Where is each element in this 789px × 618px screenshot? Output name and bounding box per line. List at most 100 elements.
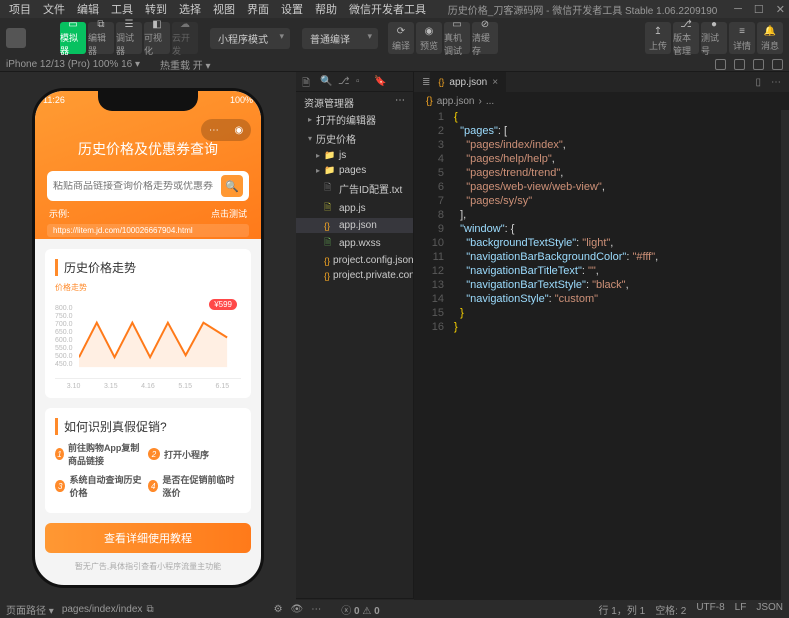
- cursor-position[interactable]: 行 1，列 1: [599, 602, 646, 617]
- capsule-menu-icon[interactable]: ⋯: [209, 125, 219, 136]
- simulator-panel: 11:26 100% ⋯◉ 历史价格及优惠券查询 🔍 示例: 点击测试 http…: [0, 72, 296, 606]
- menu-view[interactable]: 视图: [208, 0, 240, 18]
- eye-icon[interactable]: ⚙: [274, 604, 283, 615]
- tree-file-appjs[interactable]: 🗎app.js: [296, 198, 413, 218]
- page-path[interactable]: pages/index/index: [62, 604, 143, 615]
- chart-label: 价格走势: [55, 282, 241, 293]
- trend-title: 历史价格走势: [55, 259, 241, 276]
- app-title: 历史价格及优惠券查询: [35, 139, 261, 159]
- code-editor: ≣ {}app.json× ▯ ⋯ {}app.json›... 12345678…: [414, 72, 789, 606]
- tree-file-appwxss[interactable]: 🗎app.wxss: [296, 233, 413, 253]
- bottom-statusbar: 页面路径 ▾ pages/index/index ⧉ ⚙ 👁 ⋯ ⓧ 0 ⚠ 0…: [0, 600, 789, 618]
- code-area[interactable]: 12345678910111213141516 { "pages": [ "pa…: [414, 110, 789, 334]
- menu-select[interactable]: 选择: [174, 0, 206, 18]
- tips-title: 如何识别真假促销?: [55, 418, 241, 435]
- minimap-scrollbar[interactable]: [781, 110, 789, 606]
- phone-time: 11:26: [43, 95, 65, 105]
- search-box[interactable]: 🔍: [47, 171, 249, 201]
- menu-project[interactable]: 项目: [4, 0, 36, 18]
- tree-file-projconfig[interactable]: {}project.config.json: [296, 253, 413, 268]
- explorer-bookmark-icon[interactable]: 🔖: [374, 76, 386, 88]
- compile-dropdown[interactable]: 普通编译: [302, 28, 378, 49]
- tree-folder-pages[interactable]: ▸📁pages: [296, 163, 413, 178]
- menu-tools[interactable]: 工具: [106, 0, 138, 18]
- breadcrumb[interactable]: {}app.json›...: [414, 92, 789, 110]
- example-label: 示例:: [49, 207, 70, 220]
- window-controls: ─ ☐ ✕: [734, 3, 785, 16]
- maximize-icon[interactable]: ☐: [754, 3, 764, 16]
- upload-button[interactable]: ↥上传: [645, 22, 671, 54]
- menu-devtools[interactable]: 微信开发者工具: [344, 0, 431, 18]
- tab-close-icon[interactable]: ×: [492, 77, 498, 88]
- editor-button[interactable]: ⧉编辑器: [88, 22, 114, 54]
- tree-open-editors[interactable]: ▸打开的编辑器: [296, 110, 413, 129]
- clearcache-button[interactable]: ⊘清缓存: [472, 22, 498, 54]
- simulator-button[interactable]: ▭模拟器: [60, 22, 86, 54]
- price-chart: ¥599 800.0750.0700.0650.0600.0550.0500.0…: [55, 293, 241, 379]
- tree-file-ad[interactable]: 🗎广告ID配置.txt: [296, 178, 413, 198]
- tree-folder-js[interactable]: ▸📁js: [296, 148, 413, 163]
- example-test-button[interactable]: 点击测试: [211, 207, 247, 220]
- menu-settings[interactable]: 设置: [276, 0, 308, 18]
- menu-file[interactable]: 文件: [38, 0, 70, 18]
- record-icon[interactable]: [734, 59, 745, 70]
- rotate-icon[interactable]: [772, 59, 783, 70]
- capsule-close-icon[interactable]: ◉: [234, 125, 243, 136]
- indent-setting[interactable]: 空格: 2: [655, 602, 686, 617]
- eol[interactable]: LF: [735, 602, 747, 617]
- example-url: https://litem.jd.com/100026667904.html: [47, 224, 249, 237]
- device-selector[interactable]: iPhone 12/13 (Pro) 100% 16 ▾: [6, 59, 140, 70]
- message-button[interactable]: 🔔消息: [757, 22, 783, 54]
- cut-icon[interactable]: [753, 59, 764, 70]
- details-button[interactable]: ≡详情: [729, 22, 755, 54]
- testnum-button[interactable]: ●测试号: [701, 22, 727, 54]
- menu-ui[interactable]: 界面: [242, 0, 274, 18]
- split-editor-icon[interactable]: ▯: [755, 77, 761, 88]
- menu-goto[interactable]: 转到: [140, 0, 172, 18]
- editor-more-icon[interactable]: ⋯: [771, 77, 781, 88]
- minimize-icon[interactable]: ─: [734, 3, 742, 16]
- explorer-search-icon[interactable]: 🔍: [320, 76, 332, 88]
- tab-split-icon[interactable]: ≣: [422, 77, 430, 88]
- page-path-label[interactable]: 页面路径 ▾: [6, 602, 54, 617]
- explorer-more-icon[interactable]: ⋯: [395, 95, 405, 107]
- menu-edit[interactable]: 编辑: [72, 0, 104, 18]
- preview-button[interactable]: ◉预览: [416, 22, 442, 54]
- explorer-title: 资源管理器: [304, 95, 354, 107]
- capsule-button[interactable]: ⋯◉: [201, 119, 251, 141]
- copy-path-icon[interactable]: ⧉: [146, 604, 153, 615]
- visibility-icon[interactable]: 👁: [291, 604, 304, 615]
- tree-file-projprivate[interactable]: {}project.private.config.js...: [296, 268, 413, 283]
- phone-frame: 11:26 100% ⋯◉ 历史价格及优惠券查询 🔍 示例: 点击测试 http…: [32, 88, 264, 588]
- compile-button[interactable]: ⟳编译: [388, 22, 414, 54]
- debugger-button[interactable]: ☰调试器: [116, 22, 142, 54]
- titlebar: 项目 文件 编辑 工具 转到 选择 视图 界面 设置 帮助 微信开发者工具 历史…: [0, 0, 789, 18]
- version-button[interactable]: ⎇版本管理: [673, 22, 699, 54]
- realdevice-button[interactable]: ▭真机调试: [444, 22, 470, 54]
- hotreload-toggle[interactable]: 热重载 开 ▾: [160, 57, 211, 72]
- encoding[interactable]: UTF-8: [696, 602, 724, 617]
- toolbar: ▭模拟器 ⧉编辑器 ☰调试器 ◧可视化 ☁云开发 小程序模式 普通编译 ⟳编译 …: [0, 18, 789, 58]
- tree-project-root[interactable]: ▾历史价格: [296, 129, 413, 148]
- device-statusbar: iPhone 12/13 (Pro) 100% 16 ▾ 热重载 开 ▾: [0, 58, 789, 72]
- home-icon[interactable]: [715, 59, 726, 70]
- language-mode[interactable]: JSON: [756, 602, 783, 617]
- explorer-files-icon[interactable]: 🗎: [302, 76, 314, 88]
- mode-dropdown[interactable]: 小程序模式: [210, 28, 290, 49]
- search-icon[interactable]: 🔍: [221, 175, 243, 197]
- tutorial-button[interactable]: 查看详细使用教程: [45, 523, 251, 553]
- editor-tab-appjson[interactable]: {}app.json×: [430, 72, 506, 92]
- tree-file-appjson[interactable]: {}app.json: [296, 218, 413, 233]
- editor-tabbar: ≣ {}app.json× ▯ ⋯: [414, 72, 789, 92]
- phone-battery: 100%: [230, 95, 253, 105]
- search-input[interactable]: [53, 181, 221, 192]
- explorer-branch-icon[interactable]: ⎇: [338, 76, 350, 88]
- visualize-button[interactable]: ◧可视化: [144, 22, 170, 54]
- more-icon[interactable]: ⋯: [311, 604, 321, 615]
- phone-notch: [98, 91, 198, 111]
- menu-help[interactable]: 帮助: [310, 0, 342, 18]
- avatar[interactable]: [6, 28, 26, 48]
- clouddev-button[interactable]: ☁云开发: [172, 22, 198, 54]
- close-icon[interactable]: ✕: [776, 3, 785, 16]
- explorer-ext-icon[interactable]: ▫: [356, 76, 368, 88]
